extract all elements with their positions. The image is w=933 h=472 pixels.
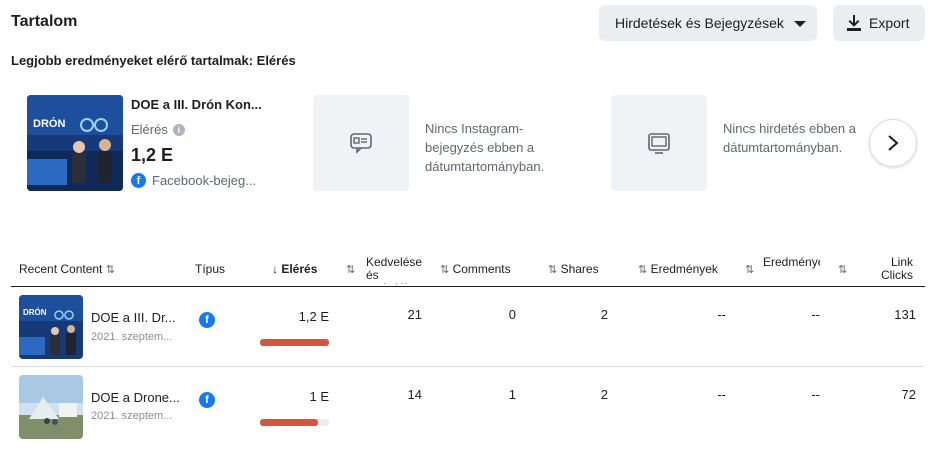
row-divider [11,366,925,367]
top-post-source: f Facebook-bejeg... [131,173,256,188]
col-link-clicks-sort[interactable]: ⇅ [838,262,847,276]
row-results2: -- [811,307,820,322]
row-results: -- [717,307,726,322]
reach-bar [260,339,329,346]
table-header-divider [11,286,925,287]
top-post-metric: Elérés i [131,122,185,137]
reach-bar [260,419,329,426]
row-thumbnail[interactable]: DRÓN [19,295,83,359]
ads-empty-text: Nincs hirdetés ebben a dátumtartományban… [723,121,856,155]
col-label: Comments [452,262,511,276]
dropdown-label: Hirdetések és Bejegyzések [615,15,784,31]
export-label: Export [869,15,910,31]
row-results2: -- [811,387,820,402]
col-label: Shares [560,262,599,276]
sort-icon: ⇅ [638,264,648,276]
sort-icon: ⇅ [440,264,450,276]
col-results2[interactable]: Eredménye [763,256,820,284]
row-date: 2021. szeptem... [91,410,173,422]
reach-bar-fill [260,339,329,346]
ads-placeholder [611,95,707,191]
row-reach: 1,2 E [298,309,329,324]
top-post-value: 1,2 E [131,145,174,165]
reach-bar-fill [260,419,318,426]
svg-text:DRÓN: DRÓN [23,308,47,317]
row-comments: 1 [508,387,516,402]
col-label: Elérés [281,262,318,276]
col-type[interactable]: Típus [195,262,225,276]
row-link-clicks: 72 [901,387,916,402]
top-content-subtitle: Legjobb eredményeket elérő tartalmak: El… [11,53,296,68]
carousel-next-button[interactable] [869,119,917,167]
row-thumbnail[interactable] [19,375,83,439]
facebook-icon: f [199,392,215,408]
col-shares[interactable]: ⇅ Shares [548,262,599,276]
col-comments[interactable]: ⇅ Comments [440,262,511,276]
section-title: Tartalom [11,13,78,30]
row-reach: 1 E [309,389,329,404]
col-recent-content[interactable]: Recent Content ⇅ [19,262,115,276]
col-results[interactable]: ⇅ Eredmények [638,262,724,276]
col-likes[interactable]: Kedvelések és reakciók [366,256,422,284]
content-type-dropdown[interactable]: Hirdetések és Bejegyzések [599,5,817,41]
instagram-placeholder [313,95,409,191]
instagram-empty-text: Nincs Instagram-bejegyzés ebben a dátumt… [425,121,545,174]
row-shares: 2 [600,387,608,402]
metric-label: Elérés [131,122,168,137]
facebook-icon: f [131,173,146,188]
facebook-icon: f [199,312,215,328]
row-date: 2021. szeptem... [91,331,173,343]
row-results: -- [717,387,726,402]
export-button[interactable]: Export [833,5,925,41]
top-post-thumbnail[interactable]: DRÓN [27,95,123,191]
chevron-right-icon [888,135,899,151]
caret-down-icon [793,21,806,27]
row-link-clicks: 131 [894,307,916,322]
row-likes: 21 [407,307,422,322]
row-title[interactable]: DOE a Drone... [91,390,181,405]
sort-desc-icon: ↓ [272,262,278,276]
top-post-title[interactable]: DOE a III. Drón Kon... [131,97,271,112]
col-label: Recent Content [19,262,103,276]
col-reach[interactable]: ↓ Elérés [272,262,317,276]
row-title[interactable]: DOE a III. Dr... [91,310,181,325]
row-shares: 2 [600,307,608,322]
ad-icon [648,133,670,154]
info-icon[interactable]: i [172,123,185,136]
row-comments: 0 [508,307,516,322]
download-icon [847,15,861,31]
col-results2-sort[interactable]: ⇅ [745,262,754,276]
source-label: Facebook-bejeg... [152,173,257,188]
sort-icon: ⇅ [346,264,356,276]
sort-icon: ⇅ [745,264,755,276]
row-likes: 14 [407,387,422,402]
sort-icon: ⇅ [548,264,558,276]
sort-icon: ⇅ [105,264,115,276]
svg-text:DRÓN: DRÓN [33,117,65,130]
sort-icon: ⇅ [838,264,848,276]
col-likes-sort[interactable]: ⇅ [346,262,355,276]
col-label: Eredmények [650,262,718,276]
post-icon [350,133,372,154]
col-link-clicks[interactable]: Link Clicks [872,256,913,282]
